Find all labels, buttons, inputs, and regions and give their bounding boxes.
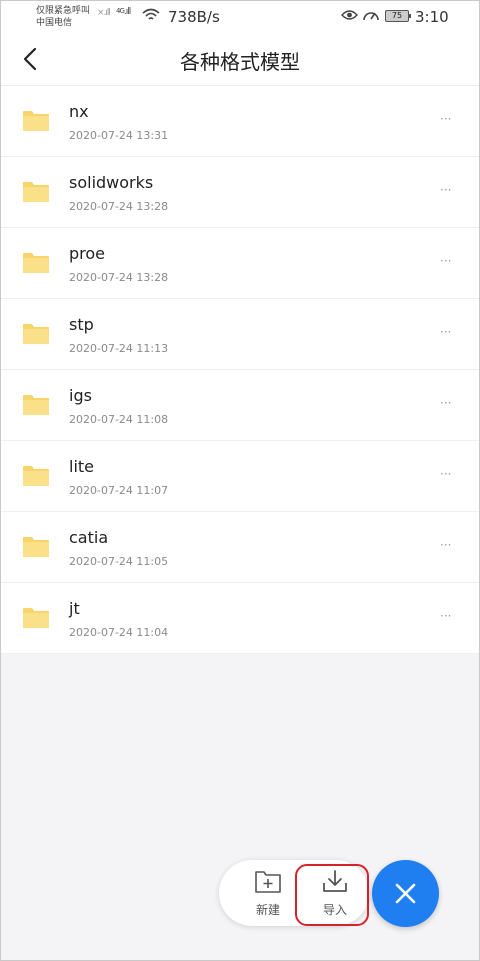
folder-icon — [23, 608, 49, 628]
page-title: 各种格式模型 — [180, 50, 300, 74]
import-button[interactable]: 导入 — [303, 860, 367, 926]
more-options-icon[interactable]: ··· — [440, 538, 451, 552]
folder-icon — [23, 537, 49, 557]
more-options-icon[interactable]: ··· — [440, 467, 451, 481]
folder-row[interactable]: stp 2020-07-24 11:13 ··· — [0, 299, 480, 370]
import-button-label: 导入 — [322, 903, 347, 917]
more-options-icon[interactable]: ··· — [440, 396, 451, 410]
more-options-icon[interactable]: ··· — [440, 183, 451, 197]
folder-row[interactable]: lite 2020-07-24 11:07 ··· — [0, 441, 480, 512]
folder-row[interactable]: igs 2020-07-24 11:08 ··· — [0, 370, 480, 441]
download-icon — [323, 870, 347, 892]
folder-date: 2020-07-24 11:05 — [69, 555, 169, 568]
folder-date: 2020-07-24 11:07 — [69, 484, 169, 497]
signal-icon: 4G.ıll — [116, 7, 131, 17]
folder-icon — [23, 182, 49, 202]
folder-row[interactable]: proe 2020-07-24 13:28 ··· — [0, 228, 480, 299]
action-pill: 新建 导入 — [219, 860, 369, 926]
net-speed: 738B/s — [168, 8, 220, 26]
folder-name: jt — [69, 599, 80, 618]
no-signal-icon: ×.ıll — [97, 8, 111, 18]
eye-comfort-icon — [341, 10, 358, 20]
carrier-emergency-text: 仅限紧急呼叫 — [36, 6, 91, 16]
folder-name: nx — [69, 102, 89, 121]
new-folder-icon — [255, 871, 281, 893]
more-options-icon[interactable]: ··· — [440, 325, 451, 339]
folder-icon — [23, 395, 49, 415]
folder-row[interactable]: jt 2020-07-24 11:04 ··· — [0, 583, 480, 654]
status-bar: 仅限紧急呼叫 中国电信 ×.ıll 4G.ıll 738B/s 75 3:10 — [0, 0, 480, 36]
folder-icon — [23, 253, 49, 273]
folder-name: stp — [69, 315, 94, 334]
folder-name: solidworks — [69, 173, 154, 192]
folder-date: 2020-07-24 11:08 — [69, 413, 169, 426]
close-icon — [395, 883, 416, 904]
folder-icon — [23, 111, 49, 131]
folder-row[interactable]: solidworks 2020-07-24 13:28 ··· — [0, 157, 480, 228]
folder-row[interactable]: catia 2020-07-24 11:05 ··· — [0, 512, 480, 583]
wifi-icon — [142, 8, 160, 20]
folder-name: proe — [69, 244, 106, 263]
new-button-label: 新建 — [255, 903, 280, 917]
carrier-info: 仅限紧急呼叫 中国电信 — [36, 5, 90, 29]
new-button[interactable]: 新建 — [236, 860, 300, 926]
folder-icon — [23, 466, 49, 486]
app-header: 各种格式模型 — [0, 36, 480, 86]
folder-date: 2020-07-24 11:13 — [69, 342, 169, 355]
more-options-icon[interactable]: ··· — [440, 112, 451, 126]
folder-icon — [23, 324, 49, 344]
battery-level: 75 — [391, 11, 403, 20]
close-fab-button[interactable] — [372, 860, 439, 927]
more-options-icon[interactable]: ··· — [440, 609, 451, 623]
speed-gauge-icon — [363, 12, 379, 21]
folder-date: 2020-07-24 13:28 — [69, 271, 169, 284]
folder-row[interactable]: nx 2020-07-24 13:31 ··· — [0, 86, 480, 157]
network-type: 4G — [116, 7, 125, 15]
more-options-icon[interactable]: ··· — [440, 254, 451, 268]
folder-name: igs — [69, 386, 92, 405]
folder-date: 2020-07-24 13:28 — [69, 200, 169, 213]
carrier-name: 中国电信 — [36, 18, 73, 28]
battery-icon: 75 — [385, 10, 411, 22]
folder-list: nx 2020-07-24 13:31 ··· solidworks 2020-07-2… — [0, 86, 480, 654]
folder-name: catia — [69, 528, 109, 547]
clock: 3:10 — [415, 8, 449, 26]
folder-name: lite — [69, 457, 95, 476]
folder-date: 2020-07-24 11:04 — [69, 626, 169, 639]
folder-date: 2020-07-24 13:31 — [69, 129, 169, 142]
